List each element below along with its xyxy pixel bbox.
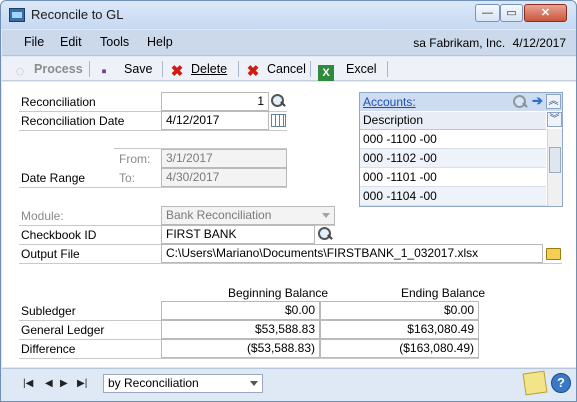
general-ledger-ending: $163,080.49 (320, 320, 479, 339)
subledger-ending: $0.00 (320, 301, 479, 320)
help-icon[interactable]: ? (551, 373, 571, 393)
reconciliation-date-label: Reconciliation Date (21, 114, 125, 128)
minimize-button[interactable]: — (475, 4, 500, 22)
previous-record-button[interactable]: ◀ (45, 378, 53, 389)
menu-edit[interactable]: Edit (60, 35, 82, 49)
toolbar-separator (162, 61, 163, 77)
account-row[interactable]: 000 -1101 -00 (360, 168, 546, 187)
delete-button[interactable]: ✖ Delete (169, 60, 227, 80)
menu-file[interactable]: File (24, 35, 44, 49)
reconciliation-label: Reconciliation (21, 95, 96, 109)
output-file-field[interactable]: C:\Users\Mariano\Documents\FIRSTBANK_1_0… (161, 244, 543, 263)
accounts-header: Accounts: ➔ ︽ (360, 93, 562, 111)
close-button[interactable]: ✕ (524, 4, 567, 22)
maximize-button[interactable]: ▭ (500, 4, 523, 22)
excel-button[interactable]: X Excel (318, 60, 377, 81)
general-ledger-label: General Ledger (21, 323, 105, 337)
from-label: From: (119, 152, 151, 166)
process-icon: ◌ (15, 63, 25, 80)
calendar-icon[interactable] (271, 114, 286, 127)
magnifier-icon[interactable] (317, 226, 333, 242)
form-area: Reconciliation 1 Reconciliation Date 4/1… (2, 82, 576, 367)
title-bar: Reconcile to GL — ▭ ✕ (1, 1, 576, 29)
sort-order-select[interactable]: by Reconciliation (103, 374, 263, 393)
reconcile-to-gl-window: Reconcile to GL — ▭ ✕ File Edit Tools He… (0, 0, 577, 402)
row-divider (19, 130, 287, 131)
row-divider (19, 358, 479, 359)
to-date-field: 4/30/2017 (161, 168, 287, 187)
expand-icon[interactable]: ︾ (547, 112, 562, 127)
toolbar: ◌ Process ▪ Save ✖ Delete ✖ Cancel X Excel (2, 57, 576, 81)
toolbar-separator (310, 61, 311, 77)
row-divider (19, 263, 562, 264)
menu-bar: File Edit Tools Help sa Fabrikam, Inc. 4… (2, 30, 576, 56)
cancel-button[interactable]: ✖ Cancel (245, 60, 306, 80)
toolbar-separator (89, 61, 90, 77)
date-range-label: Date Range (21, 171, 86, 185)
output-file-label: Output File (21, 247, 80, 261)
account-row[interactable]: 000 -1104 -00 (360, 187, 546, 206)
session-info: sa Fabrikam, Inc. 4/12/2017 (413, 36, 566, 50)
reconciliation-date-field[interactable]: 4/12/2017 (161, 111, 269, 130)
company-name: Fabrikam, Inc. (429, 36, 506, 50)
accounts-panel: Accounts: ➔ ︽ Description ︾ 000 -1100 -0… (359, 92, 563, 207)
chevron-down-icon (250, 381, 258, 386)
red-x-icon: ✖ (170, 63, 184, 80)
sort-order-value: by Reconciliation (108, 376, 199, 390)
menu-help[interactable]: Help (147, 35, 173, 49)
row-divider (114, 148, 287, 149)
chevron-down-icon (322, 213, 330, 218)
scroll-thumb[interactable] (549, 147, 561, 173)
excel-icon: X (318, 65, 334, 81)
checkbook-id-label: Checkbook ID (21, 228, 97, 242)
accounts-scrollbar[interactable] (547, 129, 562, 206)
subledger-label: Subledger (21, 304, 76, 318)
note-icon[interactable] (522, 370, 548, 396)
toolbar-separator (238, 61, 239, 77)
beginning-balance-header: Beginning Balance (228, 286, 329, 300)
row-divider (19, 187, 287, 188)
accounts-link[interactable]: Accounts: (363, 95, 416, 109)
user-date: 4/12/2017 (512, 36, 566, 50)
save-button[interactable]: ▪ Save (96, 60, 152, 80)
account-row[interactable]: 000 -1100 -00 (360, 130, 546, 149)
to-label: To: (119, 171, 136, 185)
module-label: Module: (21, 209, 64, 223)
next-record-button[interactable]: ▶ (60, 378, 68, 389)
difference-ending: ($163,080.49) (320, 339, 479, 358)
red-x-icon: ✖ (246, 63, 260, 80)
difference-label: Difference (21, 342, 76, 356)
window-title: Reconcile to GL (31, 7, 124, 22)
general-ledger-beginning: $53,588.83 (161, 320, 320, 339)
subledger-beginning: $0.00 (161, 301, 320, 320)
description-column-header: Description (360, 112, 546, 130)
account-row[interactable]: 000 -1102 -00 (360, 149, 546, 168)
folder-icon[interactable] (546, 248, 561, 260)
last-record-button[interactable]: ▶| (77, 378, 87, 389)
floppy-disk-icon: ▪ (101, 63, 107, 80)
difference-beginning: ($53,588.83) (161, 339, 320, 358)
ending-balance-header: Ending Balance (401, 286, 486, 300)
checkbook-id-field[interactable]: FIRST BANK (161, 225, 315, 244)
reconciliation-field[interactable]: 1 (161, 92, 269, 111)
app-window-icon (9, 8, 25, 22)
module-field: Bank Reconciliation (161, 206, 335, 225)
magnifier-icon[interactable] (512, 94, 528, 110)
from-date-field: 3/1/2017 (161, 149, 287, 168)
process-button[interactable]: ◌ Process (12, 60, 83, 80)
arrow-right-icon[interactable]: ➔ (530, 94, 545, 109)
collapse-icon[interactable]: ︽ (546, 94, 561, 109)
status-bar: |◀ ◀ ▶ ▶| by Reconciliation ? (2, 368, 576, 401)
menu-tools[interactable]: Tools (100, 35, 129, 49)
first-record-button[interactable]: |◀ (23, 378, 33, 389)
magnifier-icon[interactable] (270, 93, 286, 109)
user-id: sa (413, 36, 426, 50)
toolbar-separator (387, 61, 388, 77)
